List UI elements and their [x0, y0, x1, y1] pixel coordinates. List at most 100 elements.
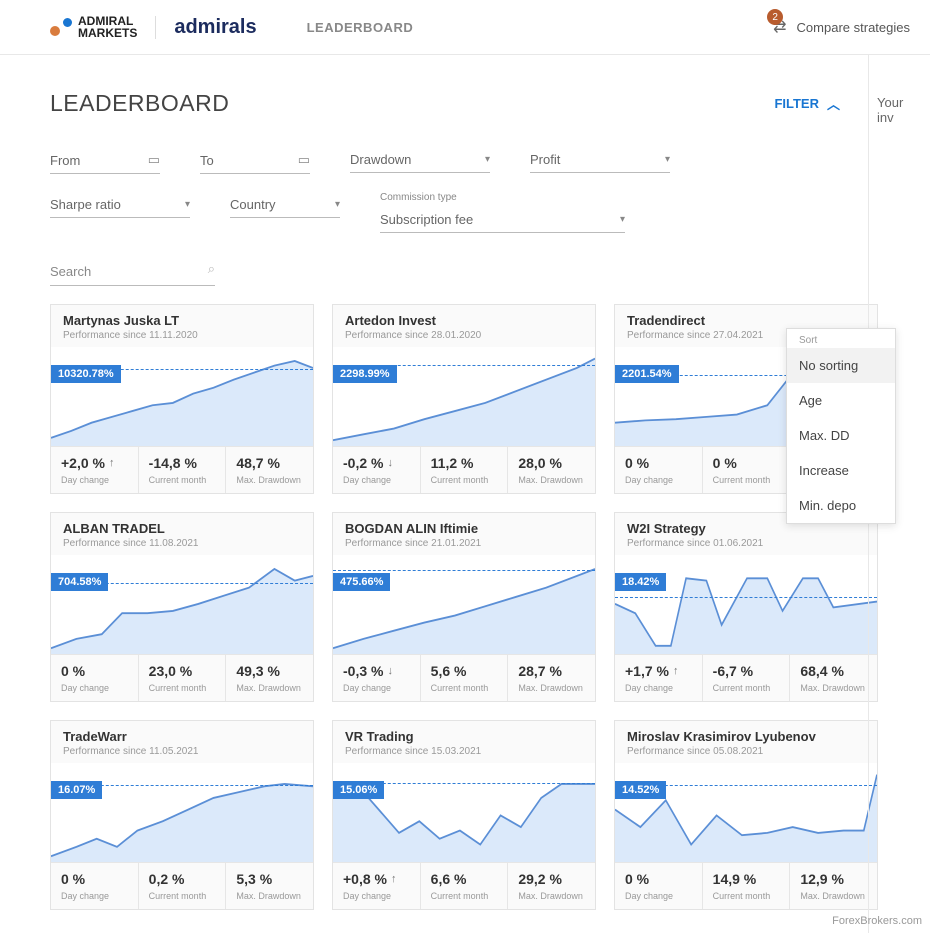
search-input[interactable]: Search ⌕: [50, 258, 215, 286]
compare-strategies-button[interactable]: ⇄2 Compare strategies: [773, 17, 910, 37]
arrow-icon: ↑: [109, 457, 115, 469]
current-month-value: 0,2 %: [149, 871, 216, 887]
sort-option[interactable]: Increase: [787, 453, 895, 488]
drawdown-select[interactable]: Drawdown▾: [350, 147, 490, 173]
card-since: Performance since 15.03.2021: [345, 746, 583, 757]
current-month-value: 11,2 %: [431, 455, 498, 471]
performance-badge: 15.06%: [333, 781, 384, 799]
card-name: TradeWarr: [63, 729, 301, 744]
commission-label: Commission type: [380, 192, 625, 203]
current-month-value: 23,0 %: [149, 663, 216, 679]
sort-header: Sort: [787, 329, 895, 348]
card-name: VR Trading: [345, 729, 583, 744]
card-since: Performance since 05.08.2021: [627, 746, 865, 757]
card-name: Miroslav Krasimirov Lyubenov: [627, 729, 865, 744]
card-chart: 16.07%: [51, 763, 313, 862]
strategy-card[interactable]: ALBAN TRADEL Performance since 11.08.2021…: [50, 512, 314, 702]
day-change-value: -0,3 % ↓: [343, 663, 410, 679]
chevron-down-icon: ▾: [620, 214, 625, 225]
max-drawdown-value: 49,3 %: [236, 663, 303, 679]
day-change-value: +1,7 % ↑: [625, 663, 692, 679]
strategy-card[interactable]: Martynas Juska LT Performance since 11.11…: [50, 304, 314, 494]
chevron-down-icon: ▾: [335, 199, 340, 210]
card-since: Performance since 21.01.2021: [345, 538, 583, 549]
sort-option[interactable]: No sorting: [787, 348, 895, 383]
strategy-card[interactable]: Artedon InvestPerformance since 28.01.20…: [332, 304, 596, 494]
compare-icon: ⇄2: [773, 17, 786, 37]
performance-badge: 2298.99%: [333, 365, 397, 383]
current-month-value: 14,9 %: [713, 871, 780, 887]
filters: From▭ To▭ Drawdown▾ Profit▾ Sharpe ratio…: [50, 147, 930, 233]
card-chart: 10320.78%: [51, 347, 313, 446]
country-select[interactable]: Country▾: [230, 192, 340, 218]
card-since: Performance since 11.05.2021: [63, 746, 301, 757]
compare-badge: 2: [767, 9, 783, 25]
card-since: Performance since 01.06.2021: [627, 538, 865, 549]
commission-select[interactable]: Subscription fee▾: [380, 207, 625, 233]
admirals-logo[interactable]: admirals: [155, 16, 256, 39]
card-chart: 18.42%: [615, 555, 877, 654]
strategy-card[interactable]: W2I StrategyPerformance since 01.06.2021…: [614, 512, 878, 702]
topbar: ADMIRALMARKETS admirals LEADERBOARD ⇄2 C…: [0, 0, 930, 55]
current-month-value: 5,6 %: [431, 663, 498, 679]
arrow-icon: ↑: [391, 873, 397, 885]
card-since: Performance since 11.11.2020: [63, 330, 301, 341]
card-name: Artedon Invest: [345, 313, 583, 328]
card-chart: 14.52%: [615, 763, 877, 862]
performance-badge: 18.42%: [615, 573, 666, 591]
to-date-input[interactable]: To▭: [200, 147, 310, 174]
max-drawdown-value: 28,0 %: [518, 455, 585, 471]
card-name: ALBAN TRADEL: [63, 521, 301, 536]
performance-badge: 2201.54%: [615, 365, 679, 383]
profit-select[interactable]: Profit▾: [530, 147, 670, 173]
arrow-icon: ↓: [387, 457, 393, 469]
filter-toggle[interactable]: FILTER ︿: [774, 94, 840, 113]
card-chart: 475.66%: [333, 555, 595, 654]
sort-option[interactable]: Max. DD: [787, 418, 895, 453]
max-drawdown-value: 29,2 %: [518, 871, 585, 887]
calendar-icon: ▭: [148, 152, 160, 168]
day-change-value: +2,0 % ↑: [61, 455, 128, 471]
sharpe-select[interactable]: Sharpe ratio▾: [50, 192, 190, 218]
performance-badge: 704.58%: [51, 573, 108, 591]
strategy-card[interactable]: BOGDAN ALIN Iftimie Performance since 21.…: [332, 512, 596, 702]
performance-badge: 16.07%: [51, 781, 102, 799]
card-since: Performance since 11.08.2021: [63, 538, 301, 549]
chevron-down-icon: ▾: [485, 154, 490, 165]
arrow-icon: ↓: [387, 665, 393, 677]
card-chart: 15.06%: [333, 763, 595, 862]
day-change-value: 0 %: [625, 455, 692, 471]
arrow-icon: ↑: [673, 665, 679, 677]
max-drawdown-value: 28,7 %: [518, 663, 585, 679]
sort-option[interactable]: Min. depo: [787, 488, 895, 523]
day-change-value: 0 %: [625, 871, 692, 887]
day-change-value: +0,8 % ↑: [343, 871, 410, 887]
current-month-value: 6,6 %: [431, 871, 498, 887]
admiral-markets-logo[interactable]: ADMIRALMARKETS: [50, 15, 137, 39]
max-drawdown-value: 48,7 %: [236, 455, 303, 471]
calendar-icon: ▭: [298, 152, 310, 168]
chevron-down-icon: ▾: [185, 199, 190, 210]
breadcrumb[interactable]: LEADERBOARD: [307, 20, 414, 35]
chevron-up-icon: ︿: [827, 94, 840, 113]
watermark: ForexBrokers.com: [832, 915, 922, 927]
day-change-value: 0 %: [61, 871, 128, 887]
current-month-value: -6,7 %: [713, 663, 780, 679]
card-name: BOGDAN ALIN Iftimie: [345, 521, 583, 536]
sort-option[interactable]: Age: [787, 383, 895, 418]
logo-icon: [50, 18, 72, 36]
current-month-value: 0 %: [713, 455, 780, 471]
search-icon: ⌕: [208, 261, 215, 277]
card-name: Martynas Juska LT: [63, 313, 301, 328]
strategy-card[interactable]: Miroslav Krasimirov Lyubenov Performance …: [614, 720, 878, 910]
strategy-card[interactable]: TradeWarr Performance since 11.05.2021 16.…: [50, 720, 314, 910]
chevron-down-icon: ▾: [665, 154, 670, 165]
sort-dropdown: Sort No sortingAgeMax. DDIncreaseMin. de…: [786, 328, 896, 524]
strategy-card[interactable]: VR Trading Performance since 15.03.2021 15…: [332, 720, 596, 910]
day-change-value: 0 %: [61, 663, 128, 679]
day-change-value: -0,2 % ↓: [343, 455, 410, 471]
page-title: LEADERBOARD: [50, 90, 229, 117]
card-name: Tradendirect: [627, 313, 865, 328]
performance-badge: 10320.78%: [51, 365, 121, 383]
from-date-input[interactable]: From▭: [50, 147, 160, 174]
